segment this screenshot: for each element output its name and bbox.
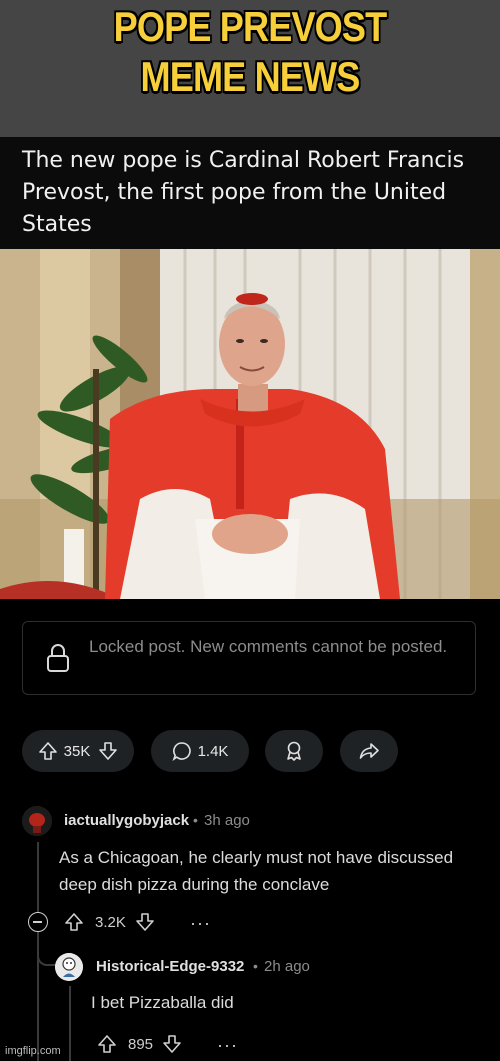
downvote-icon[interactable] (162, 1034, 182, 1054)
thread-line[interactable] (37, 932, 39, 1061)
share-button[interactable] (340, 730, 398, 772)
cardinal-photo (0, 249, 500, 599)
avatar[interactable] (22, 806, 52, 836)
comment-vote-bar: 3.2K (64, 912, 155, 932)
post-image[interactable] (0, 249, 500, 599)
reply-connector (37, 954, 55, 966)
banner-line-2: MEME NEWS (140, 53, 360, 100)
downvote-icon[interactable] (135, 912, 155, 932)
post-title[interactable]: The new pope is Cardinal Robert Francis … (22, 145, 482, 241)
lock-icon (47, 644, 69, 672)
upvote-icon[interactable] (64, 912, 84, 932)
comment-count: 1.4K (197, 742, 229, 760)
user-avatar-icon (22, 806, 52, 836)
meme-banner: POPE PREVOST MEME NEWS (0, 0, 500, 137)
comment-body: I bet Pizzaballa did (91, 993, 234, 1012)
comment-time: 3h ago (204, 812, 250, 829)
locked-notice: Locked post. New comments cannot be post… (22, 621, 476, 695)
thread-line[interactable] (69, 986, 71, 1061)
vote-bar: 35K (22, 730, 134, 772)
downvote-icon[interactable] (98, 741, 118, 761)
award-icon (283, 740, 305, 762)
comment-username[interactable]: Historical-Edge-9332 (96, 958, 244, 975)
comment-score: 895 (128, 1035, 154, 1053)
award-button[interactable] (265, 730, 323, 772)
thread-line[interactable] (37, 842, 39, 912)
banner-line-1: POPE PREVOST (113, 3, 388, 50)
comment-time: 2h ago (264, 958, 310, 975)
more-options-button[interactable]: ··· (217, 1035, 238, 1056)
locked-text: Locked post. New comments cannot be post… (89, 637, 448, 656)
post-score: 35K (63, 742, 91, 760)
share-icon (358, 740, 380, 762)
comment-score: 3.2K (95, 913, 126, 931)
upvote-icon[interactable] (97, 1034, 117, 1054)
collapse-icon[interactable] (28, 912, 48, 932)
avatar[interactable] (55, 953, 83, 981)
separator-dot: • (253, 958, 258, 974)
comment-vote-bar: 895 (97, 1034, 182, 1054)
comment-body: As a Chicagoan, he clearly must not have… (59, 848, 454, 894)
imgflip-watermark: imgflip.com (5, 1045, 61, 1057)
separator-dot: • (193, 812, 198, 828)
more-options-button[interactable]: ··· (190, 913, 211, 934)
comment-icon (172, 741, 192, 761)
user-avatar-icon (55, 953, 83, 981)
comments-button[interactable]: 1.4K (151, 730, 249, 772)
upvote-icon[interactable] (38, 741, 58, 761)
post-title-area: The new pope is Cardinal Robert Francis … (0, 137, 500, 249)
comment-username[interactable]: iactuallygobyjack (64, 812, 189, 829)
